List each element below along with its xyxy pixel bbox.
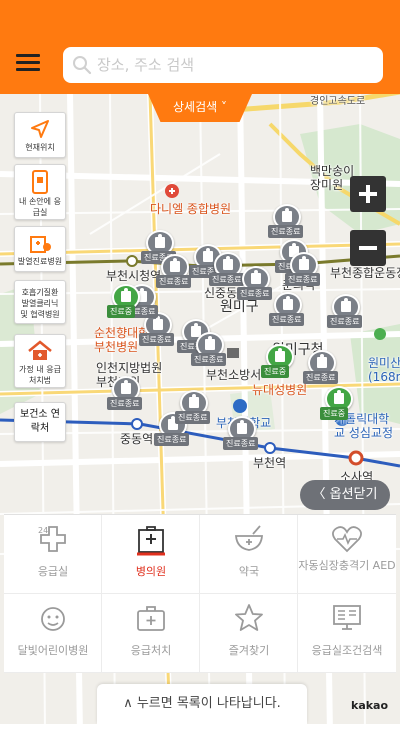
category-er-condition-search[interactable]: 응급실조건검색 bbox=[298, 594, 396, 673]
svg-text:24: 24 bbox=[38, 526, 48, 535]
hospital-pin[interactable]: 진료종료 bbox=[175, 390, 211, 426]
category-aed[interactable]: 자동심장충격기 AED bbox=[298, 515, 396, 594]
search-input[interactable] bbox=[97, 47, 377, 83]
app-header bbox=[0, 0, 400, 94]
menu-icon[interactable] bbox=[16, 52, 42, 74]
hospital-pin[interactable]: 진료종료 bbox=[303, 350, 339, 386]
map-label: 중동역 bbox=[120, 432, 154, 446]
category-hospital[interactable]: 병의원 bbox=[102, 515, 200, 594]
list-toggle-button[interactable]: ∧ 누르면 목록이 나타납니다. bbox=[97, 684, 307, 724]
phone-icon bbox=[32, 170, 48, 194]
map-label: 다니엘 종합병원 bbox=[150, 202, 232, 216]
hospital-pin[interactable]: 진료종료 bbox=[156, 254, 192, 290]
category-emergency-room[interactable]: 24 응급실 bbox=[4, 515, 102, 594]
hospital-pin[interactable]: 진료종료 bbox=[268, 204, 304, 240]
hospital-pin[interactable]: 진료종료 bbox=[285, 252, 321, 288]
heart-pulse-icon bbox=[332, 526, 362, 553]
hospital-pin[interactable]: 진료종료 bbox=[269, 292, 305, 328]
star-icon bbox=[235, 604, 263, 631]
hospital-pin[interactable]: 진료종료 bbox=[223, 416, 259, 452]
map-label: 부천종합운동장역 bbox=[330, 266, 400, 280]
category-panel: 24 응급실 병의원 약국 자동심장충격기 AED 달빛어린이병원 응급처치 즐… bbox=[4, 514, 396, 673]
zoom-out-button[interactable] bbox=[350, 230, 386, 266]
search-box[interactable] bbox=[63, 47, 383, 83]
bottom-bar bbox=[0, 724, 400, 734]
hospital-pin-open[interactable]: 진료중 bbox=[261, 344, 294, 380]
hospital-pin[interactable]: 진료종료 bbox=[107, 376, 143, 412]
options-close-button[interactable]: 〈 옵션닫기 bbox=[300, 480, 390, 510]
resp-clinic-button[interactable]: 호흡기질환 발열클리닉 및 협력병원 bbox=[14, 280, 66, 324]
current-location-button[interactable]: 현재위치 bbox=[14, 112, 66, 158]
home-care-button[interactable]: 가정 내 응급처치법 bbox=[14, 334, 66, 388]
map-label: 뉴대성병원 bbox=[252, 383, 308, 397]
health-center-button[interactable]: 보건소 연락처 bbox=[14, 402, 66, 442]
zoom-in-button[interactable] bbox=[350, 176, 386, 212]
search-icon bbox=[73, 56, 92, 75]
home-icon bbox=[28, 340, 52, 360]
monitor-list-icon bbox=[333, 605, 361, 630]
fever-clinic-button[interactable]: 발열진료병원 bbox=[14, 226, 66, 272]
hospital-pin[interactable]: 진료종료 bbox=[237, 266, 273, 302]
hospital-pin-open[interactable]: 진료중 bbox=[107, 284, 140, 320]
map-label: 원미산 (168m) bbox=[368, 356, 400, 384]
hospital-icon bbox=[137, 526, 165, 556]
category-favorites[interactable]: 즐겨찾기 bbox=[200, 594, 298, 673]
map-label: 부천시청역 bbox=[106, 269, 162, 283]
in-hand-emergency-button[interactable]: 내 손안에 응급실 bbox=[14, 164, 66, 220]
category-pharmacy[interactable]: 약국 bbox=[200, 515, 298, 594]
map-provider-logo: kakao bbox=[351, 699, 389, 712]
map-label: 부천역 bbox=[253, 456, 287, 470]
hospital-building-icon bbox=[30, 236, 51, 253]
map-label: 경인고속도로 bbox=[310, 96, 366, 107]
category-moonlight-child[interactable]: 달빛어린이병원 bbox=[4, 594, 102, 673]
pharmacy-bowl-icon bbox=[235, 525, 263, 551]
detail-search-tab[interactable]: 상세검색 ˅ bbox=[148, 94, 252, 122]
hospital-pin[interactable]: 진료종료 bbox=[327, 294, 363, 330]
hospital-pin[interactable]: 진료종료 bbox=[209, 252, 245, 288]
location-arrow-icon bbox=[31, 120, 49, 138]
first-aid-kit-icon bbox=[137, 606, 165, 631]
hospital-pin[interactable]: 진료종료 bbox=[191, 332, 227, 368]
hospital-pin-open[interactable]: 진료중 bbox=[320, 386, 353, 422]
category-first-aid[interactable]: 응급처치 bbox=[102, 594, 200, 673]
emergency-24-icon: 24 bbox=[38, 526, 66, 552]
moon-child-icon bbox=[41, 607, 65, 631]
